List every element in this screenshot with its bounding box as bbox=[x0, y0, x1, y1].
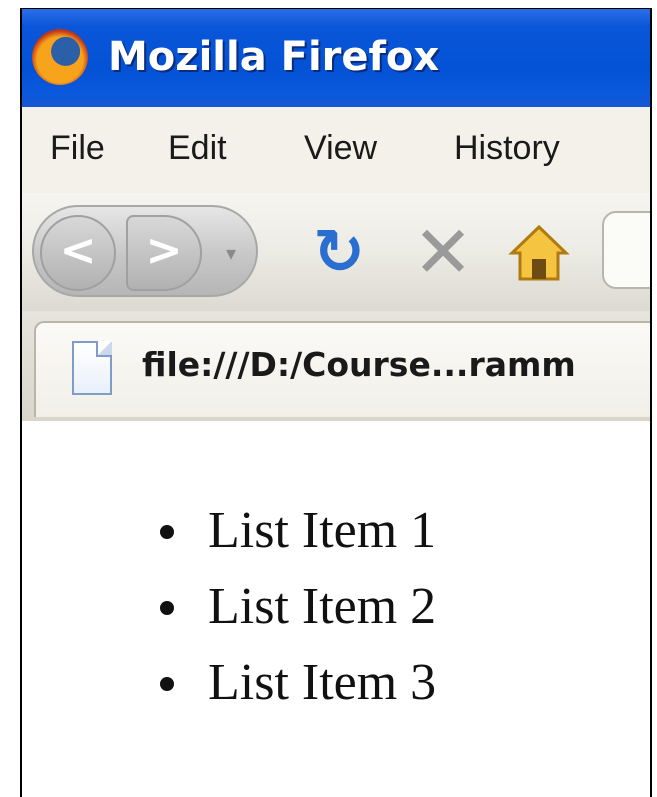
tab-strip: file:///D:/Course...ramm bbox=[22, 311, 650, 423]
firefox-logo-icon bbox=[32, 29, 88, 85]
menu-view[interactable]: View bbox=[304, 129, 377, 168]
tab-current[interactable]: file:///D:/Course...ramm bbox=[34, 321, 650, 417]
page-icon bbox=[72, 341, 112, 395]
menu-bar: File Edit View History bbox=[22, 107, 650, 194]
bullet-list: List Item 1 List Item 2 List Item 3 bbox=[152, 493, 436, 721]
list-item: List Item 2 bbox=[152, 569, 436, 645]
browser-window: Mozilla Firefox File Edit View History <… bbox=[20, 8, 652, 797]
title-bar[interactable]: Mozilla Firefox bbox=[22, 9, 650, 107]
address-bar[interactable] bbox=[602, 211, 650, 289]
back-arrow-icon[interactable]: < bbox=[40, 215, 116, 291]
dropdown-arrow-icon[interactable]: ▾ bbox=[226, 241, 236, 265]
navigation-toolbar: < > ▾ ↻ ✕ bbox=[22, 193, 650, 312]
home-icon[interactable] bbox=[506, 221, 572, 287]
menu-file[interactable]: File bbox=[50, 129, 105, 168]
menu-history[interactable]: History bbox=[454, 129, 560, 168]
forward-arrow-icon[interactable]: > bbox=[126, 215, 202, 291]
list-item: List Item 3 bbox=[152, 645, 436, 721]
window-title: Mozilla Firefox bbox=[108, 34, 440, 80]
list-item: List Item 1 bbox=[152, 493, 436, 569]
page-content: List Item 1 List Item 2 List Item 3 bbox=[22, 421, 650, 797]
stop-icon[interactable]: ✕ bbox=[408, 216, 478, 288]
tab-title: file:///D:/Course...ramm bbox=[142, 345, 576, 384]
menu-edit[interactable]: Edit bbox=[168, 129, 227, 168]
reload-icon[interactable]: ↻ bbox=[308, 221, 370, 283]
